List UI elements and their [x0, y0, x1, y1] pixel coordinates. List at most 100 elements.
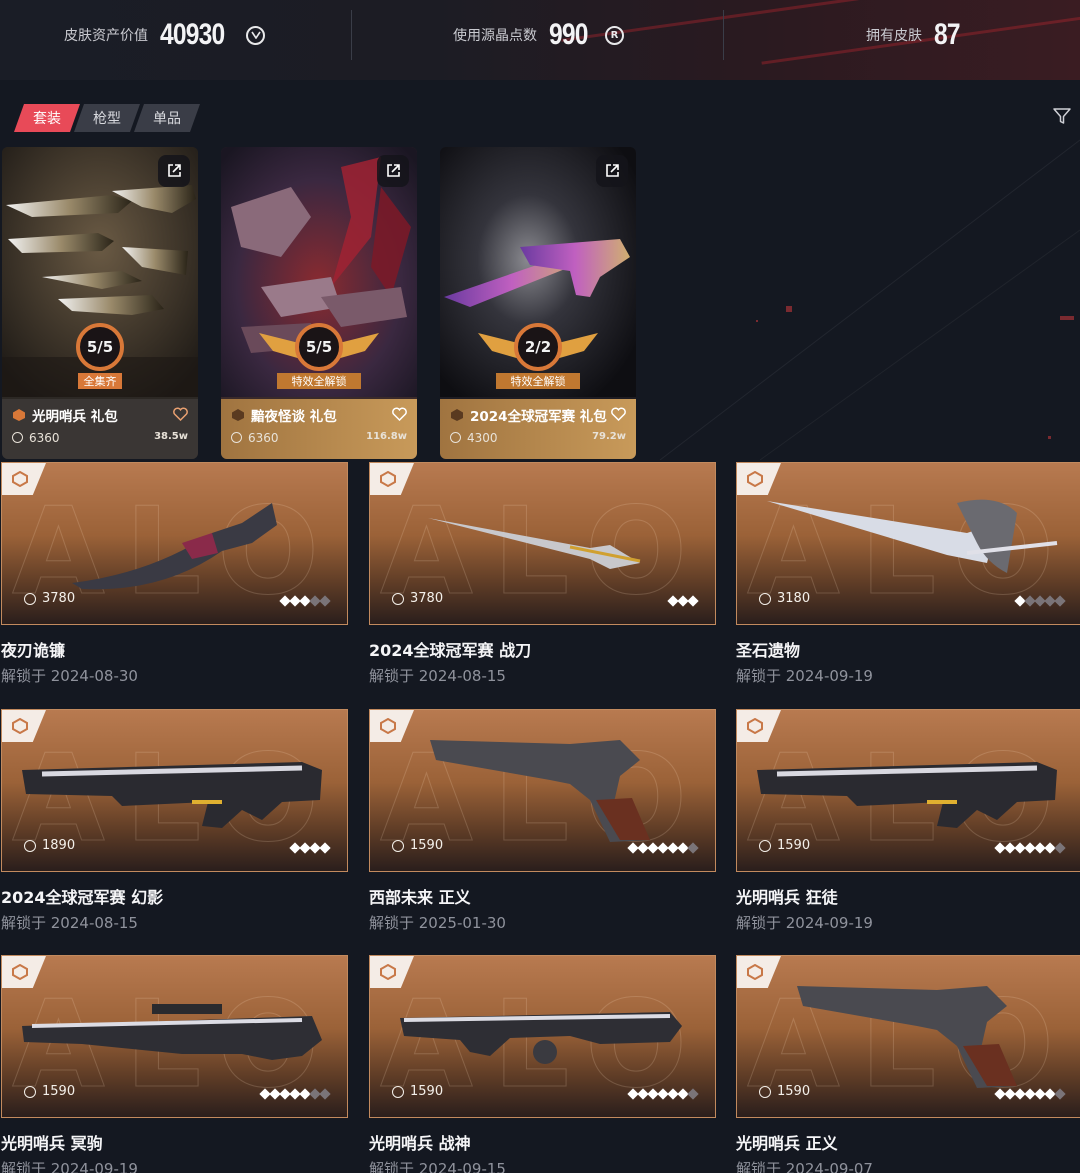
skin-name: 圣石遗物: [736, 641, 801, 660]
skin-item[interactable]: ALO1590 光明哨兵 战神解锁于 2024-09-15: [369, 955, 716, 1173]
collection-badge: 5/5 全集齐: [40, 319, 160, 399]
tier-icon: [747, 471, 763, 487]
valor-point-icon: [450, 432, 461, 443]
tier-icon: [13, 409, 25, 421]
skin-unlock-date: 解锁于 2024-09-19: [736, 914, 873, 932]
stats-divider: [723, 10, 724, 60]
level-diamond-icon: [319, 842, 331, 854]
tab-single-item[interactable]: 单品: [134, 104, 200, 132]
skin-item[interactable]: ALO 3780 夜刃诡镰 解锁于 2024-08-30: [1, 462, 348, 686]
bundle-title: 光明哨兵 礼包: [32, 409, 118, 425]
bundle-card[interactable]: 5/5 全集齐 光明哨兵 礼包 6360 38.5w: [2, 147, 198, 459]
skin-price: 1590: [392, 838, 443, 853]
skin-card[interactable]: ALO1590: [369, 955, 716, 1118]
skin-levels: [627, 842, 699, 854]
skin-item[interactable]: ALO1590 光明哨兵 冥驹解锁于 2024-09-19: [1, 955, 348, 1173]
skin-levels: [259, 1088, 331, 1100]
tab-bundle[interactable]: 套装: [14, 104, 80, 132]
tier-icon: [380, 964, 396, 980]
skin-unlock-date: 解锁于 2025-01-30: [369, 914, 506, 932]
skin-item[interactable]: ALO1590 光明哨兵 狂徒解锁于 2024-09-19: [736, 709, 1080, 933]
valor-point-icon: [392, 839, 404, 852]
category-tabs: 套装 枪型 单品: [14, 104, 194, 132]
skin-price: 3780: [392, 591, 443, 606]
share-icon: [168, 164, 181, 177]
tier-icon: [380, 471, 396, 487]
level-diamond-icon: [1054, 842, 1066, 854]
stats-bar: 皮肤资产价值 40930 使用源晶点数 990 R 拥有皮肤 87: [0, 0, 1080, 80]
valor-point-icon: [759, 839, 771, 852]
level-diamond-icon: [687, 1088, 699, 1100]
badge-count: 2/2: [514, 323, 562, 371]
tab-weapon-type[interactable]: 枪型: [74, 104, 140, 132]
skin-card[interactable]: ALO1890: [1, 709, 348, 872]
valor-point-icon: [24, 1085, 36, 1098]
skin-price: 3780: [24, 591, 75, 606]
skin-name: 光明哨兵 正义: [736, 1134, 838, 1153]
asset-value-stat: 皮肤资产价值 40930: [64, 18, 265, 52]
skin-price: 1590: [759, 1084, 810, 1099]
level-diamond-icon: [319, 595, 331, 607]
bundle-card[interactable]: 2/2 特效全解锁 2024全球冠军赛 礼包 4300 79.2w: [440, 147, 636, 459]
share-button[interactable]: [377, 155, 409, 187]
skin-levels: [994, 842, 1066, 854]
bundle-title: 黯夜怪谈 礼包: [251, 409, 337, 425]
share-button[interactable]: [158, 155, 190, 187]
skin-card[interactable]: ALO1590: [736, 955, 1080, 1118]
skin-card[interactable]: ALO 3180: [736, 462, 1080, 625]
skin-card[interactable]: ALO 3780: [369, 462, 716, 625]
share-icon: [387, 164, 400, 177]
skin-card[interactable]: ALO1590: [736, 709, 1080, 872]
level-diamond-icon: [687, 842, 699, 854]
bundle-price: 6360: [12, 431, 60, 445]
skin-item[interactable]: ALO 3180 圣石遗物 解锁于 2024-09-19: [736, 462, 1080, 686]
bundle-card[interactable]: 5/5 特效全解锁 黯夜怪谈 礼包 6360 116.8w: [221, 147, 417, 459]
skin-card[interactable]: ALO1590: [369, 709, 716, 872]
skin-unlock-date: 解锁于 2024-09-19: [1, 1160, 138, 1173]
tier-icon: [380, 718, 396, 734]
favorite-icon[interactable]: [173, 407, 188, 421]
bundle-price: 6360: [231, 431, 279, 445]
skin-card[interactable]: ALO 3780: [1, 462, 348, 625]
skin-name: 光明哨兵 冥驹: [1, 1134, 103, 1153]
badge-caption: 特效全解锁: [277, 373, 361, 389]
valor-point-icon: [759, 592, 771, 605]
skin-price: 1890: [24, 838, 75, 853]
skin-unlock-date: 解锁于 2024-08-15: [369, 667, 506, 685]
valor-point-icon: [12, 432, 23, 443]
stats-divider: [351, 10, 352, 60]
skin-item[interactable]: ALO 1590 西部未来 正义解锁于 2025-01-30: [369, 709, 716, 933]
valor-point-icon: [231, 432, 242, 443]
skin-item[interactable]: ALO 3780 2024全球冠军赛 战刀 解锁于 2024-08-15: [369, 462, 716, 686]
skin-price: 3180: [759, 591, 810, 606]
background-decor: [659, 139, 1080, 460]
skin-card[interactable]: ALO1590: [1, 955, 348, 1118]
favorite-icon[interactable]: [611, 407, 626, 421]
valor-point-icon: [246, 25, 265, 45]
skin-levels: [627, 1088, 699, 1100]
level-diamond-icon: [1054, 1088, 1066, 1100]
skin-item[interactable]: ALO 1590 光明哨兵 正义 解锁于 2024-09-07: [736, 955, 1080, 1173]
bundle-info: 光明哨兵 礼包 6360 38.5w: [2, 399, 198, 459]
skin-price: 1590: [392, 1084, 443, 1099]
share-icon: [606, 164, 619, 177]
skin-unlock-date: 解锁于 2024-08-15: [1, 914, 138, 932]
bundle-likes: 38.5w: [154, 431, 188, 442]
collection-badge: 5/5 特效全解锁: [259, 319, 379, 399]
bundle-info: 2024全球冠军赛 礼包 4300 79.2w: [440, 399, 636, 459]
favorite-icon[interactable]: [392, 407, 407, 421]
bundle-info: 黯夜怪谈 礼包 6360 116.8w: [221, 399, 417, 459]
skin-name: 西部未来 正义: [369, 888, 471, 907]
asset-value-label: 皮肤资产价值: [64, 28, 148, 44]
asset-value: 40930: [160, 18, 225, 51]
bundle-title: 2024全球冠军赛 礼包: [470, 409, 607, 425]
bundle-likes: 116.8w: [366, 431, 407, 442]
skin-name: 光明哨兵 狂徒: [736, 888, 838, 907]
filter-icon[interactable]: [1052, 106, 1072, 126]
tier-icon: [232, 409, 244, 421]
skin-item[interactable]: ALO1890 2024全球冠军赛 幻影解锁于 2024-08-15: [1, 709, 348, 933]
skins-owned-stat: 拥有皮肤 87: [866, 18, 965, 52]
share-button[interactable]: [596, 155, 628, 187]
radianite-icon: R: [605, 25, 624, 45]
tier-icon: [451, 409, 463, 421]
